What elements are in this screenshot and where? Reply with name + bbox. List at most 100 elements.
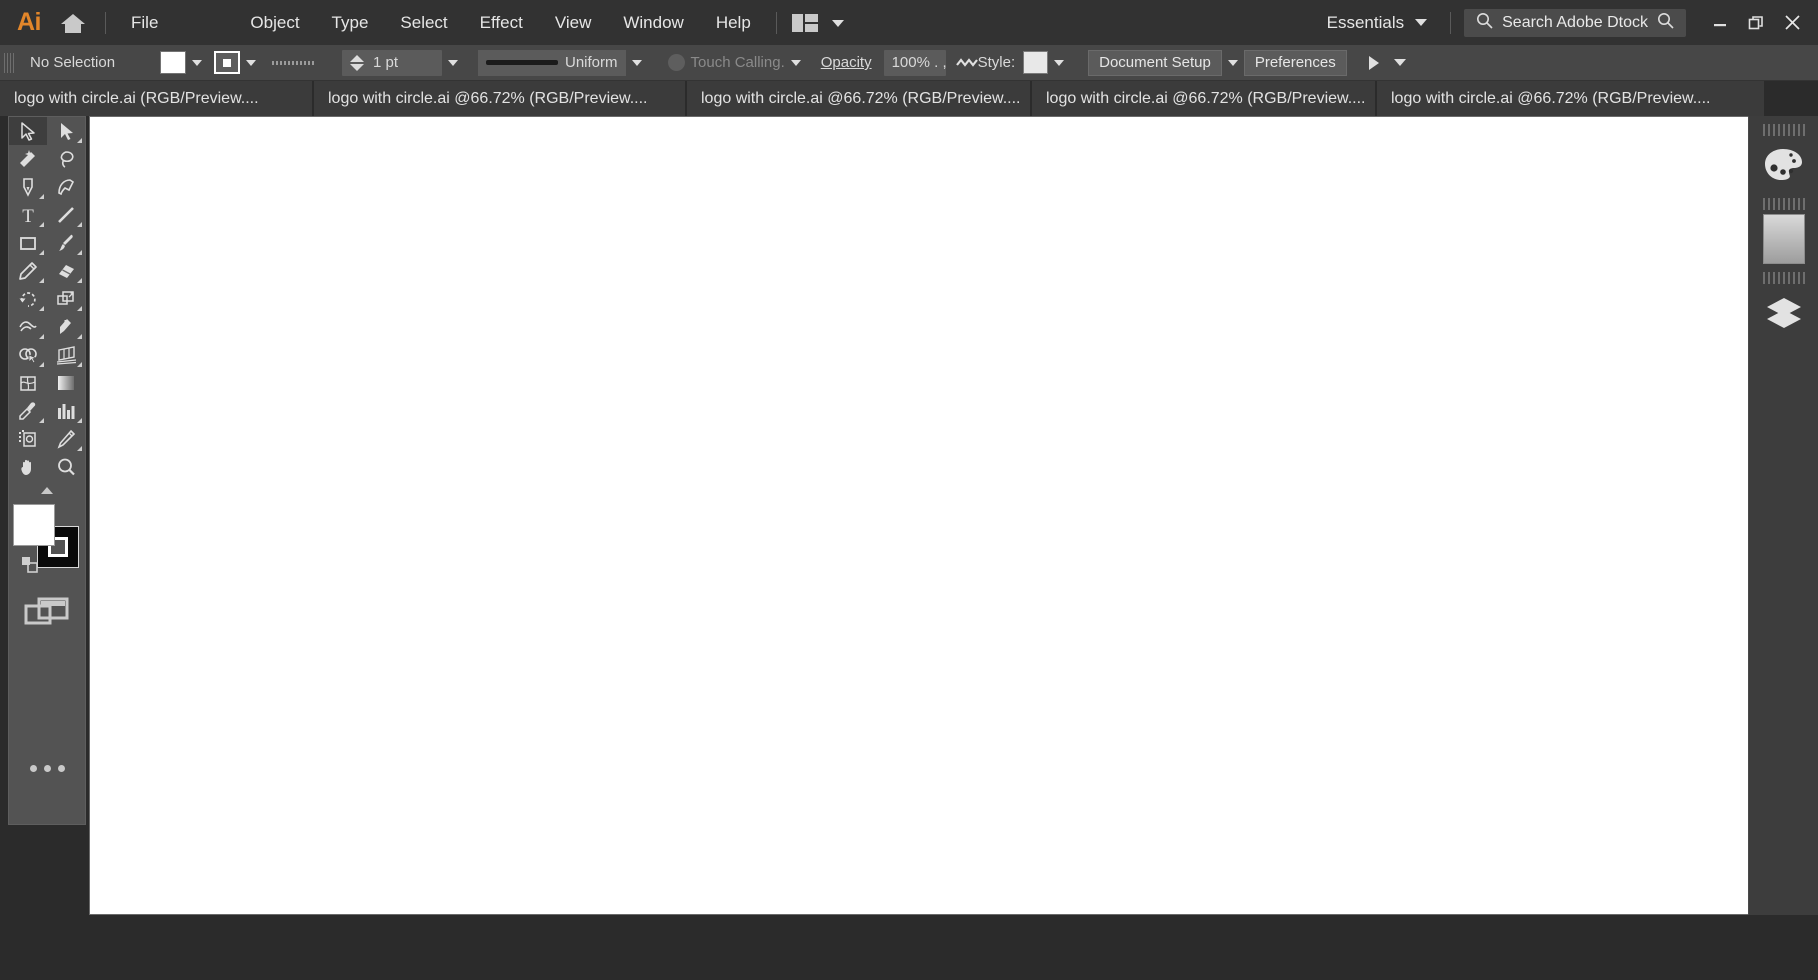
zoom-tool[interactable] xyxy=(47,453,85,481)
stroke-weight-chevron-down-icon[interactable] xyxy=(442,48,464,78)
document-tab[interactable]: logo with circle.ai (RGB/Preview.... xyxy=(0,81,314,116)
color-panel-icon[interactable] xyxy=(1757,140,1811,190)
preferences-button[interactable]: Preferences xyxy=(1244,50,1347,76)
document-setup-chevron-down-icon[interactable] xyxy=(1222,48,1244,78)
opacity-field[interactable]: 100% . , xyxy=(884,50,946,76)
menu-item-window[interactable]: Window xyxy=(607,0,699,45)
document-tab-label: logo with circle.ai @66.72% (RGB/Preview… xyxy=(1391,90,1710,108)
edit-toolbar-button[interactable] xyxy=(30,765,65,772)
options-bar-grip[interactable] xyxy=(4,53,14,73)
document-tab[interactable]: logo with circle.ai @66.72% (RGB/Preview… xyxy=(687,81,1032,116)
gradient-panel-icon[interactable] xyxy=(1757,214,1811,264)
hand-tool[interactable] xyxy=(9,453,47,481)
workspace-switcher-label: Essentials xyxy=(1327,13,1404,33)
document-tab[interactable]: logo with circle.ai @66.72% (RGB/Preview… xyxy=(1032,81,1377,116)
stroke-profile-field[interactable]: Uniform xyxy=(478,50,626,76)
document-setup-button[interactable]: Document Setup xyxy=(1088,50,1222,76)
document-canvas[interactable] xyxy=(89,116,1751,915)
minimize-icon[interactable] xyxy=(1702,0,1738,45)
curvature-tool[interactable] xyxy=(47,173,85,201)
menu-divider-2 xyxy=(776,12,777,34)
column-graph-tool[interactable] xyxy=(47,397,85,425)
color-panel-grip[interactable] xyxy=(1763,124,1805,136)
search-icon-trailing[interactable] xyxy=(1657,12,1674,34)
tool-flyout-indicator xyxy=(39,334,44,339)
chevron-down-icon xyxy=(1415,19,1427,26)
fill-color-swatch[interactable] xyxy=(13,504,55,546)
stroke-chevron-down-icon[interactable] xyxy=(240,48,262,78)
menu-item-file[interactable]: File xyxy=(115,0,174,45)
tools-panel: T xyxy=(8,116,86,825)
scale-tool[interactable] xyxy=(47,285,85,313)
paintbrush-tool[interactable] xyxy=(47,229,85,257)
tool-flyout-indicator xyxy=(77,446,82,451)
opacity-label[interactable]: Opacity xyxy=(821,54,872,71)
document-tab-label: logo with circle.ai @66.72% (RGB/Preview… xyxy=(701,90,1020,108)
pencil-tool[interactable] xyxy=(9,257,47,285)
menu-item-select[interactable]: Select xyxy=(384,0,463,45)
stroke-weight-field[interactable]: 1 pt xyxy=(342,50,442,76)
magic-wand-tool[interactable] xyxy=(9,145,47,173)
style-chevron-down-icon[interactable] xyxy=(1048,48,1070,78)
width-tool[interactable] xyxy=(9,313,47,341)
tools-grid: T xyxy=(9,117,85,481)
fill-chevron-down-icon[interactable] xyxy=(186,48,208,78)
options-overflow-arrow-icon[interactable] xyxy=(1369,56,1379,70)
slice-tool[interactable] xyxy=(47,425,85,453)
swap-fill-stroke-icon[interactable] xyxy=(21,556,39,574)
menu-bar: Ai File Object Type Select Effect View W… xyxy=(0,0,1818,45)
menu-item-view[interactable]: View xyxy=(539,0,608,45)
status-bar xyxy=(0,915,1818,980)
options-overflow-chevron-down-icon[interactable] xyxy=(1389,48,1411,78)
close-icon[interactable] xyxy=(1774,0,1810,45)
perspective-grid-tool[interactable] xyxy=(47,341,85,369)
stroke-profile-chevron-down-icon[interactable] xyxy=(626,48,648,78)
workspace-switcher[interactable]: Essentials xyxy=(1313,13,1441,33)
selection-tool[interactable] xyxy=(9,117,47,145)
eyedropper-tool[interactable] xyxy=(9,397,47,425)
tool-flyout-indicator xyxy=(39,194,44,199)
menu-item-object[interactable]: Object xyxy=(234,0,315,45)
brush-definition-label: Touch Calling. xyxy=(691,54,785,71)
eraser-tool[interactable] xyxy=(47,257,85,285)
stroke-swatch[interactable] xyxy=(214,51,240,74)
toolbar-expand-caret-icon[interactable] xyxy=(41,487,53,494)
menu-item-help[interactable]: Help xyxy=(700,0,767,45)
mesh-tool[interactable] xyxy=(9,369,47,397)
gradient-icon xyxy=(1763,214,1805,264)
panel-layout-chevron-down-icon[interactable] xyxy=(832,14,844,32)
restore-icon[interactable] xyxy=(1738,0,1774,45)
layers-panel-grip[interactable] xyxy=(1763,272,1805,284)
dot xyxy=(30,765,37,772)
document-tab[interactable]: logo with circle.ai @66.72% (RGB/Preview… xyxy=(1377,81,1766,116)
lasso-tool[interactable] xyxy=(47,145,85,173)
layers-panel-icon[interactable] xyxy=(1757,288,1811,338)
rotate-tool[interactable] xyxy=(9,285,47,313)
fill-swatch[interactable] xyxy=(160,51,186,74)
gradient-panel-grip[interactable] xyxy=(1763,198,1805,210)
stroke-weight-stepper[interactable] xyxy=(350,55,364,71)
free-transform-tool[interactable] xyxy=(47,313,85,341)
menu-item-type[interactable]: Type xyxy=(316,0,385,45)
panel-layout-icon[interactable] xyxy=(792,14,818,32)
brush-definition-chevron-down-icon[interactable] xyxy=(785,48,807,78)
svg-text:T: T xyxy=(22,206,34,225)
app-logo-text: Ai xyxy=(17,8,41,37)
type-tool[interactable]: T xyxy=(9,201,47,229)
direct-selection-tool[interactable] xyxy=(47,117,85,145)
line-segment-tool[interactable] xyxy=(47,201,85,229)
pen-tool[interactable] xyxy=(9,173,47,201)
gradient-tool[interactable] xyxy=(47,369,85,397)
tool-flyout-indicator xyxy=(39,250,44,255)
search-input[interactable]: Search Adobe Dtock xyxy=(1464,9,1686,37)
graphic-style-swatch[interactable] xyxy=(1023,51,1048,74)
change-screen-mode-icon[interactable] xyxy=(22,592,72,632)
artboard-tool[interactable] xyxy=(9,425,47,453)
shape-builder-tool[interactable] xyxy=(9,341,47,369)
home-icon[interactable] xyxy=(50,0,96,45)
tool-flyout-indicator xyxy=(39,222,44,227)
tool-flyout-indicator xyxy=(77,222,82,227)
menu-item-effect[interactable]: Effect xyxy=(464,0,539,45)
rectangle-tool[interactable] xyxy=(9,229,47,257)
document-tab[interactable]: logo with circle.ai @66.72% (RGB/Preview… xyxy=(314,81,687,116)
